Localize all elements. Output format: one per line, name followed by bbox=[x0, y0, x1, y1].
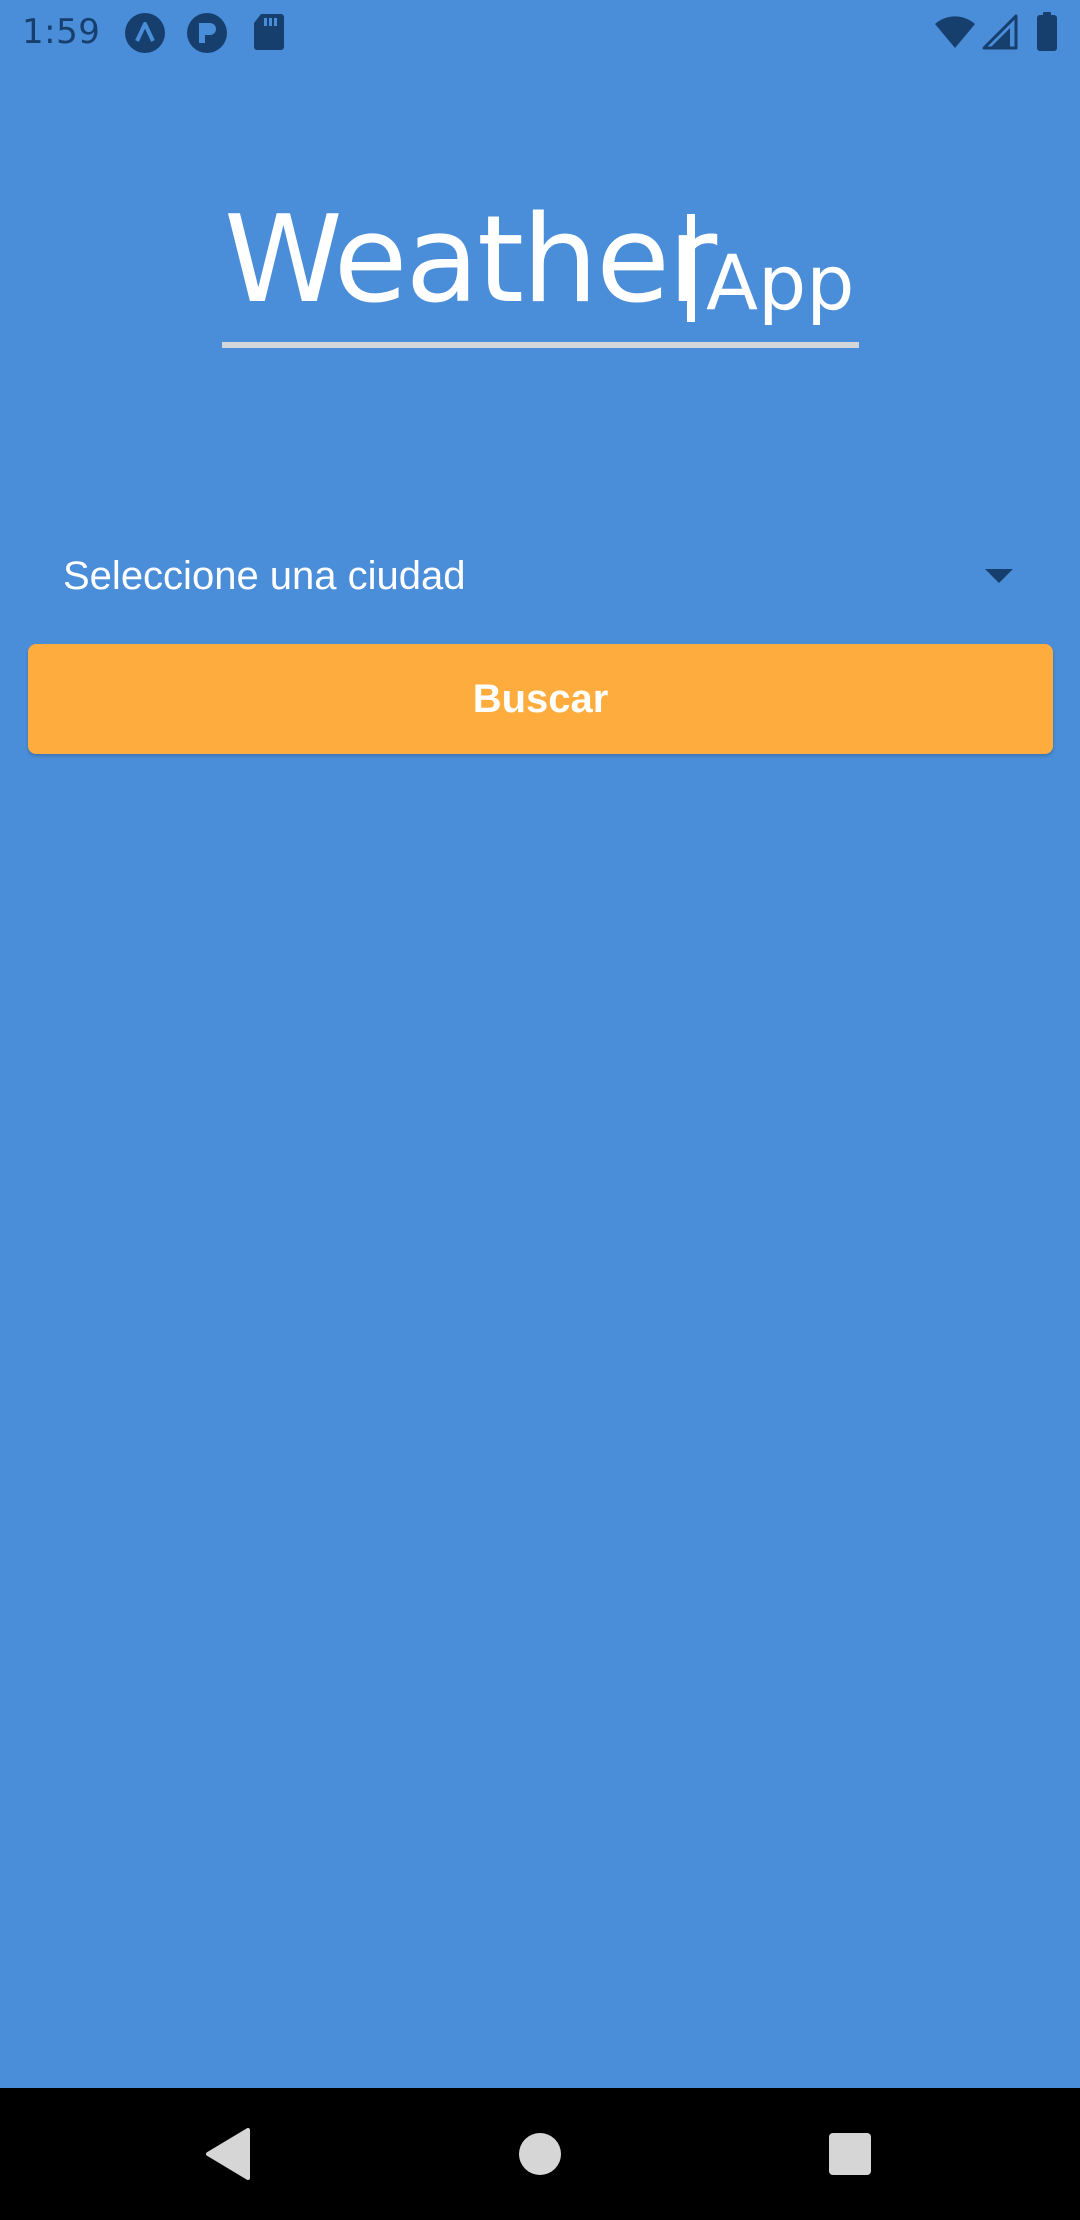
a-app-icon bbox=[124, 12, 166, 58]
back-icon[interactable] bbox=[190, 2116, 266, 2192]
signal-icon bbox=[982, 14, 1018, 54]
chevron-down-icon bbox=[984, 568, 1014, 588]
wifi-icon bbox=[934, 14, 976, 54]
title-underline bbox=[222, 342, 859, 348]
recents-icon[interactable] bbox=[812, 2116, 888, 2192]
search-button[interactable]: Buscar bbox=[28, 644, 1053, 754]
app-title-sub: App bbox=[706, 238, 855, 327]
city-select-label: Seleccione una ciudad bbox=[63, 554, 466, 598]
app-title: Weather App bbox=[220, 196, 860, 348]
app-title-main: Weather bbox=[224, 191, 717, 330]
sd-card-icon bbox=[253, 12, 285, 56]
home-icon[interactable] bbox=[502, 2116, 578, 2192]
title-separator bbox=[687, 214, 695, 322]
t-app-icon bbox=[186, 12, 228, 58]
nav-bar bbox=[0, 2088, 1080, 2220]
city-select[interactable]: Seleccione una ciudad bbox=[28, 534, 1052, 622]
battery-icon bbox=[1036, 12, 1058, 56]
status-time: 1:59 bbox=[22, 12, 101, 52]
status-bar: 1:59 bbox=[0, 0, 1080, 66]
